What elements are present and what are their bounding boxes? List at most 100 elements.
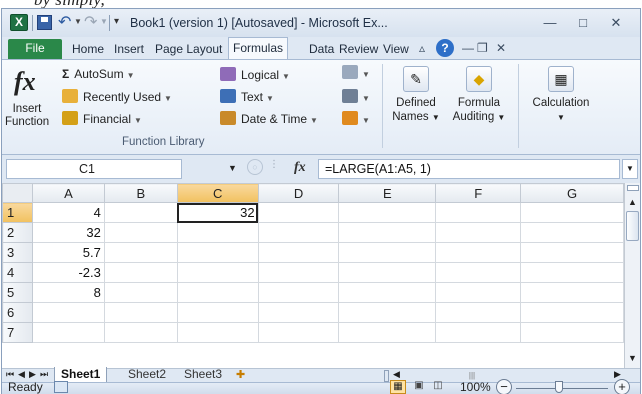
row-header[interactable]: 4: [2, 262, 33, 283]
column-header-d[interactable]: D: [257, 183, 340, 203]
redo-icon[interactable]: ↷: [84, 12, 97, 32]
cell-a7[interactable]: [31, 322, 105, 343]
cell-c6[interactable]: [176, 302, 259, 323]
vertical-scrollbar[interactable]: ▲ ▼: [624, 183, 640, 368]
undo-icon[interactable]: ↶: [58, 12, 71, 32]
minimize-ribbon-icon[interactable]: ▵: [419, 41, 425, 55]
cell-f3[interactable]: [435, 242, 522, 263]
column-header-c[interactable]: C: [176, 183, 259, 203]
logical-button[interactable]: Logical ▼: [220, 67, 290, 87]
calculation-button[interactable]: ▦ Calculation ▼: [526, 66, 596, 125]
cell-f1[interactable]: [435, 202, 522, 223]
tab-view[interactable]: View: [379, 40, 413, 59]
customize-qat-icon[interactable]: ▾: [114, 16, 119, 27]
insert-function-icon[interactable]: fx: [14, 67, 36, 97]
cell-e1[interactable]: [338, 202, 437, 223]
spreadsheet-grid[interactable]: A B C D E F G 1 4 32 2 32 3 5.7 4 -2.3 5 8 6 7: [2, 183, 624, 368]
tab-data[interactable]: Data: [305, 40, 338, 59]
column-header-b[interactable]: B: [103, 183, 178, 203]
tab-formulas[interactable]: Formulas: [228, 37, 289, 59]
last-sheet-icon[interactable]: ⏭: [40, 369, 48, 380]
cell-d6[interactable]: [257, 302, 340, 323]
column-header-g[interactable]: G: [520, 183, 624, 203]
cell-d5[interactable]: [257, 282, 340, 303]
cell-c5[interactable]: [176, 282, 259, 303]
financial-button[interactable]: Financial ▼: [62, 111, 142, 131]
cancel-entry-icon[interactable]: ○: [247, 159, 263, 175]
text-button[interactable]: Text ▼: [220, 89, 274, 109]
formula-auditing-button[interactable]: ◆ Formula Auditing ▼: [446, 66, 512, 125]
cell-g3[interactable]: [520, 242, 624, 263]
column-header-a[interactable]: A: [31, 183, 105, 203]
cell-a1[interactable]: 4: [31, 202, 105, 223]
cell-c3[interactable]: [176, 242, 259, 263]
row-header[interactable]: 3: [2, 242, 33, 263]
insert-function-fx-icon[interactable]: fx: [294, 160, 306, 176]
doc-minimize-icon[interactable]: —: [462, 41, 474, 55]
tab-home[interactable]: Home: [68, 40, 108, 59]
cell-e5[interactable]: [338, 282, 437, 303]
cell-b3[interactable]: [103, 242, 178, 263]
row-header[interactable]: 2: [2, 222, 33, 243]
cell-f5[interactable]: [435, 282, 522, 303]
recently-used-button[interactable]: Recently Used ▼: [62, 89, 172, 109]
zoom-out-button[interactable]: −: [496, 379, 512, 394]
prev-sheet-icon[interactable]: ◀: [18, 369, 25, 380]
cell-b4[interactable]: [103, 262, 178, 283]
cell-g6[interactable]: [520, 302, 624, 323]
cell-a6[interactable]: [31, 302, 105, 323]
help-icon[interactable]: ?: [436, 39, 454, 57]
expand-formula-bar-icon[interactable]: ▼: [622, 159, 638, 179]
cell-e2[interactable]: [338, 222, 437, 243]
row-header[interactable]: 1: [2, 202, 33, 223]
scroll-down-icon[interactable]: ▼: [628, 353, 637, 363]
doc-close-icon[interactable]: ✕: [496, 41, 506, 55]
cell-e4[interactable]: [338, 262, 437, 283]
cell-c4[interactable]: [176, 262, 259, 283]
minimize-button[interactable]: —: [537, 13, 563, 33]
zoom-in-button[interactable]: +: [614, 379, 630, 394]
row-header[interactable]: 6: [2, 302, 33, 323]
cell-g2[interactable]: [520, 222, 624, 243]
cell-b6[interactable]: [103, 302, 178, 323]
tab-review[interactable]: Review: [335, 40, 382, 59]
doc-restore-icon[interactable]: ❐: [477, 41, 488, 55]
cell-d3[interactable]: [257, 242, 340, 263]
date-time-button[interactable]: Date & Time ▼: [220, 111, 318, 131]
cell-b7[interactable]: [103, 322, 178, 343]
cell-d4[interactable]: [257, 262, 340, 283]
redo-dropdown-icon[interactable]: ▼: [100, 17, 108, 26]
cell-e7[interactable]: [338, 322, 437, 343]
column-header-f[interactable]: F: [435, 183, 522, 203]
row-header[interactable]: 7: [2, 322, 33, 343]
cell-e3[interactable]: [338, 242, 437, 263]
cell-d7[interactable]: [257, 322, 340, 343]
cell-c1[interactable]: 32: [176, 202, 259, 223]
cell-g1[interactable]: [520, 202, 624, 223]
name-box[interactable]: C1: [6, 159, 182, 179]
zoom-slider-thumb[interactable]: [555, 381, 563, 393]
tab-file[interactable]: File: [8, 39, 62, 59]
defined-names-button[interactable]: ✎ Defined Names ▼: [390, 66, 442, 125]
tab-page-layout[interactable]: Page Layout: [151, 40, 226, 59]
insert-function-button[interactable]: Insert Function: [5, 103, 49, 129]
cell-e6[interactable]: [338, 302, 437, 323]
cell-a2[interactable]: 32: [31, 222, 105, 243]
maximize-button[interactable]: □: [570, 13, 596, 33]
page-break-view-icon[interactable]: ◫: [430, 380, 446, 394]
page-layout-view-icon[interactable]: ▣: [411, 380, 427, 394]
close-button[interactable]: ✕: [603, 13, 629, 33]
row-header[interactable]: 5: [2, 282, 33, 303]
name-box-dropdown-icon[interactable]: ▼: [228, 163, 237, 173]
excel-icon[interactable]: X: [10, 14, 28, 31]
zoom-level[interactable]: 100%: [460, 380, 491, 394]
autosum-button[interactable]: Σ AutoSum ▼: [62, 67, 134, 87]
cell-f7[interactable]: [435, 322, 522, 343]
cell-a5[interactable]: 8: [31, 282, 105, 303]
lookup-reference-button[interactable]: ▼: [342, 65, 370, 85]
normal-view-icon[interactable]: ▦: [390, 380, 406, 394]
scroll-thumb[interactable]: [626, 211, 639, 241]
formula-input[interactable]: =LARGE(A1:A5, 1): [318, 159, 620, 179]
sheet-tab-3[interactable]: Sheet3: [178, 367, 228, 383]
column-header-e[interactable]: E: [338, 183, 437, 203]
